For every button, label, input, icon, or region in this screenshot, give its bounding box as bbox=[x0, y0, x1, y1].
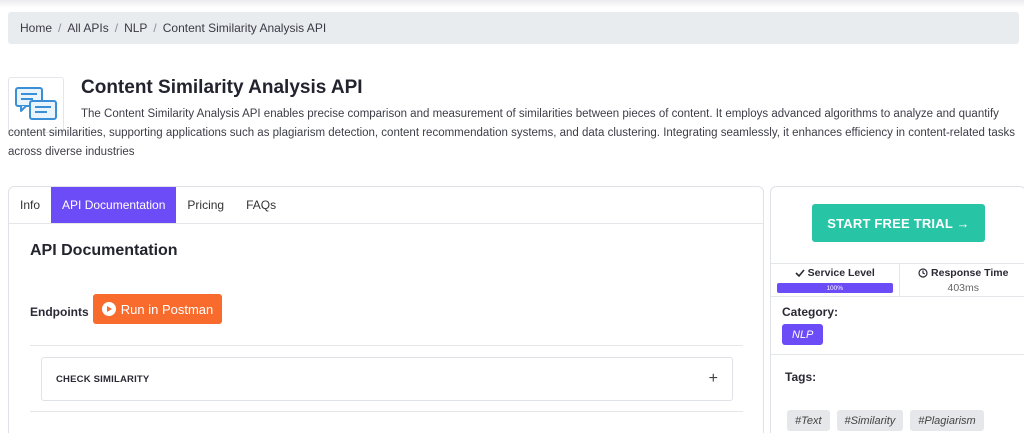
endpoint-check-similarity[interactable]: CHECK SIMILARITY + bbox=[41, 357, 733, 401]
response-time-value: 403ms bbox=[947, 282, 979, 294]
breadcrumb: Home / All APIs / NLP / Content Similari… bbox=[8, 12, 1019, 44]
service-level-label: Service Level bbox=[807, 267, 875, 279]
service-stats: Service Level 100% Response Time 403ms bbox=[771, 263, 1024, 297]
tab-info[interactable]: Info bbox=[9, 187, 51, 223]
clock-icon bbox=[918, 268, 928, 278]
api-description: The Content Similarity Analysis API enab… bbox=[8, 108, 1015, 158]
service-level: Service Level 100% bbox=[771, 264, 899, 296]
sidebar-panel: START FREE TRIAL → Service Level 100% Re… bbox=[770, 186, 1024, 433]
category-label: Category: bbox=[782, 305, 839, 319]
breadcrumb-current: Content Similarity Analysis API bbox=[162, 21, 327, 35]
divider bbox=[30, 345, 743, 346]
divider bbox=[771, 354, 1024, 355]
documentation-title: API Documentation bbox=[30, 242, 178, 259]
service-level-heading: Service Level bbox=[795, 267, 875, 279]
tag-text[interactable]: #Text bbox=[787, 410, 830, 431]
breadcrumb-separator: / bbox=[58, 21, 62, 35]
breadcrumb-all-apis[interactable]: All APIs bbox=[67, 21, 108, 35]
tag-similarity[interactable]: #Similarity bbox=[836, 410, 904, 431]
endpoint-label: CHECK SIMILARITY bbox=[56, 373, 150, 385]
tags-label: Tags: bbox=[785, 370, 817, 384]
start-free-trial-button[interactable]: START FREE TRIAL → bbox=[812, 204, 985, 242]
tab-faqs[interactable]: FAQs bbox=[235, 187, 287, 223]
postman-button-label: Run in Postman bbox=[120, 301, 214, 317]
run-in-postman-button[interactable]: Run in Postman bbox=[93, 294, 222, 324]
divider bbox=[30, 411, 743, 412]
page-title: Content Similarity Analysis API bbox=[81, 77, 363, 98]
category-badge[interactable]: NLP bbox=[782, 324, 824, 345]
tab-bar: Info API Documentation Pricing FAQs bbox=[9, 187, 763, 224]
service-level-fill: 100% bbox=[776, 283, 893, 293]
expand-plus-icon[interactable]: + bbox=[709, 370, 718, 388]
endpoints-label: Endpoints bbox=[30, 305, 89, 319]
breadcrumb-nlp[interactable]: NLP bbox=[124, 21, 147, 35]
breadcrumb-home[interactable]: Home bbox=[20, 21, 52, 35]
play-icon bbox=[101, 302, 116, 316]
response-time-heading: Response Time bbox=[918, 267, 1008, 279]
tag-list: #Text #Similarity #Plagiarism bbox=[787, 410, 984, 431]
response-time-label: Response Time bbox=[931, 267, 1009, 279]
documentation-panel: Info API Documentation Pricing FAQs API … bbox=[8, 186, 764, 433]
checkmark-icon bbox=[795, 269, 805, 278]
tag-plagiarism[interactable]: #Plagiarism bbox=[910, 410, 984, 431]
tab-api-documentation[interactable]: API Documentation bbox=[51, 187, 177, 223]
service-level-bar: 100% bbox=[776, 283, 893, 293]
tab-pricing[interactable]: Pricing bbox=[176, 187, 235, 223]
response-time: Response Time 403ms bbox=[898, 264, 1024, 296]
breadcrumb-separator: / bbox=[114, 21, 119, 35]
top-shadow bbox=[0, 0, 1024, 8]
breadcrumb-separator: / bbox=[153, 21, 157, 35]
